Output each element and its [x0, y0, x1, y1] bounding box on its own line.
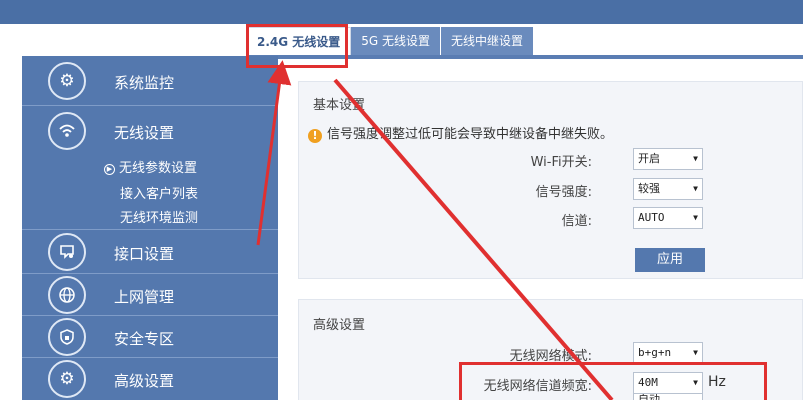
channel-select[interactable]: AUTO ▼: [633, 207, 703, 229]
sidebar-item-interface[interactable]: 接口设置: [22, 230, 278, 274]
globe-icon: [48, 276, 86, 314]
warning-icon: !: [308, 129, 322, 143]
section-title: 基本设置: [313, 98, 366, 113]
sidebar-item-label: 安全专区: [114, 330, 175, 348]
tab-wireless-repeater[interactable]: 无线中继设置: [441, 27, 535, 56]
sidebar-subitem-client-list[interactable]: 接入客户列表: [120, 183, 260, 202]
sidebar: ⚙ 系统监控 无线设置 ▶ 无线参数设置 接入客户列表 无线环境监测 接口设置 上…: [22, 56, 278, 400]
signal-strength-select[interactable]: 较强 ▼: [633, 178, 703, 200]
sidebar-item-label: 无线设置: [114, 124, 175, 142]
sidebar-item-system-monitor[interactable]: ⚙ 系统监控: [22, 56, 278, 106]
warning-message: ! 信号强度调整过低可能会导致中继设备中继失败。: [308, 123, 613, 143]
sidebar-item-label: 接口设置: [114, 245, 175, 263]
channel-label: 信道:: [561, 214, 592, 229]
sidebar-item-advanced[interactable]: ⚙ 高级设置: [22, 358, 278, 400]
signal-strength-label: 信号强度:: [535, 185, 592, 200]
bandwidth-highlight-box: [459, 362, 767, 400]
shield-icon: [48, 318, 86, 356]
wifi-icon: [48, 112, 86, 150]
sidebar-subitem-environment-monitor[interactable]: 无线环境监测: [120, 207, 260, 226]
section-title: 高级设置: [313, 318, 366, 333]
sidebar-item-security[interactable]: 安全专区: [22, 316, 278, 358]
sidebar-item-internet-management[interactable]: 上网管理: [22, 274, 278, 316]
chevron-down-icon: ▼: [693, 184, 698, 193]
arrow-bullet-icon: ▶: [104, 164, 115, 175]
chevron-down-icon: ▼: [693, 348, 698, 357]
sidebar-item-label: 高级设置: [114, 372, 175, 390]
sidebar-item-label: 上网管理: [114, 288, 175, 306]
wifi-switch-select[interactable]: 开启 ▼: [633, 148, 703, 170]
chevron-down-icon: ▼: [693, 213, 698, 222]
gear-monitor-icon: ⚙: [48, 62, 86, 100]
chevron-down-icon: ▼: [693, 154, 698, 163]
gear-icon: ⚙: [48, 360, 86, 398]
tab-5g-wireless[interactable]: 5G 无线设置: [351, 27, 442, 56]
sidebar-item-label: 系统监控: [114, 74, 175, 92]
tab-highlight-box: [246, 24, 348, 68]
top-banner: [0, 0, 803, 24]
wireless-mode-select[interactable]: b+g+n ▼: [633, 342, 703, 364]
sidebar-subitem-wireless-params[interactable]: ▶ 无线参数设置: [104, 157, 264, 176]
apply-button[interactable]: 应用: [635, 248, 705, 272]
wifi-switch-label: Wi-Fi开关:: [530, 155, 592, 170]
interface-icon: [48, 233, 86, 271]
basic-settings-panel: 基本设置: [298, 81, 803, 279]
